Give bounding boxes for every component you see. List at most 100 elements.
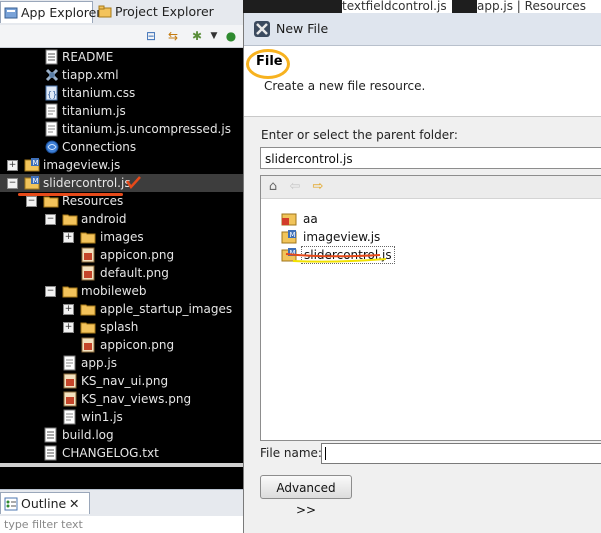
tree-item-slidercontrol[interactable]: − M slidercontrol.js — [0, 174, 243, 192]
text-file-icon — [44, 445, 57, 461]
new-item-icon[interactable]: ✱ — [189, 28, 205, 44]
tree-item-app-js[interactable]: app.js — [0, 354, 243, 372]
folder-item-label: aa — [303, 212, 318, 226]
tree-item-build-log[interactable]: build.log — [0, 426, 243, 444]
tree-item-label: Connections — [62, 140, 137, 154]
tree-item-label: apple_startup_images — [100, 302, 233, 316]
tree-item-android[interactable]: − android — [0, 210, 243, 228]
forward-arrow-icon[interactable]: ⇨ — [310, 179, 326, 195]
collapse-icon[interactable]: − — [26, 196, 37, 207]
explorer-toolbar: ⊟ ⇆ ✱ ▼ ● — [0, 25, 243, 48]
tree-item-tiapp[interactable]: tiapp.xml — [0, 66, 243, 84]
folder-icon — [80, 322, 96, 334]
collapse-icon[interactable]: − — [7, 178, 18, 189]
tree-item-appicon-mobileweb[interactable]: appicon.png — [0, 336, 243, 354]
mobile-project-icon: M — [281, 230, 297, 244]
expand-icon[interactable]: + — [63, 232, 74, 243]
tab-label: App Explorer — [21, 5, 102, 20]
dialog-title-bar: New File — [244, 13, 601, 46]
back-arrow-icon[interactable]: ⇦ — [287, 179, 303, 195]
folder-icon — [62, 214, 78, 226]
tree-item-label: win1.js — [81, 410, 123, 424]
tree-item-label: android — [81, 212, 127, 226]
tree-item-images[interactable]: + images — [0, 228, 243, 246]
tab-app-explorer[interactable]: App Explorer — [0, 1, 101, 23]
tree-item-imageview[interactable]: + M imageview.js — [0, 156, 243, 174]
tree-item-ks-nav-ui[interactable]: KS_nav_ui.png — [0, 372, 243, 390]
svg-text:M: M — [290, 231, 296, 239]
home-icon[interactable]: ⌂ — [265, 179, 281, 195]
run-icon[interactable]: ● — [223, 28, 239, 44]
tree-item-changelog[interactable]: CHANGELOG.txt — [0, 444, 243, 462]
parent-folder-input[interactable]: slidercontrol.js — [260, 147, 601, 169]
tab-label: Outline — [21, 496, 67, 511]
tree-item-titanium-js[interactable]: titanium.js — [0, 102, 243, 120]
tree-item-win1-js[interactable]: win1.js — [0, 408, 243, 426]
app-explorer-icon — [4, 7, 18, 19]
file-name-input[interactable] — [321, 443, 601, 464]
tree-item-readme[interactable]: README — [0, 48, 243, 66]
tree-item-appicon-android[interactable]: appicon.png — [0, 246, 243, 264]
svg-text:{}: {} — [47, 90, 57, 99]
mobile-project-icon: M — [24, 158, 40, 172]
view-menu-icon[interactable]: ▼ — [206, 28, 222, 44]
expand-icon[interactable]: + — [7, 160, 18, 171]
svg-text:M: M — [33, 159, 39, 167]
wizard-header: File Create a new file resource. — [244, 46, 601, 117]
connections-icon — [45, 140, 59, 154]
js-file-icon — [45, 103, 58, 119]
tree-item-apple-startup-images[interactable]: + apple_startup_images — [0, 300, 243, 318]
collapse-all-icon[interactable]: ⊟ — [143, 28, 159, 44]
project-tree: README tiapp.xml {} titanium.css titaniu… — [0, 48, 243, 464]
text-caret — [325, 447, 326, 460]
editor-tab-textfieldcontrol[interactable]: textfieldcontrol.js — [342, 0, 452, 13]
tree-item-titanium-uncompressed[interactable]: titanium.js.uncompressed.js — [0, 120, 243, 138]
tree-item-default-png[interactable]: default.png — [0, 264, 243, 282]
tree-item-label: mobileweb — [81, 284, 147, 298]
advanced-button[interactable]: Advanced >> — [260, 475, 352, 517]
text-file-icon — [45, 49, 58, 65]
tree-item-ks-nav-views[interactable]: KS_nav_views.png — [0, 390, 243, 408]
tree-item-label: README — [62, 50, 114, 64]
tab-outline[interactable]: Outline ✕ — [0, 492, 90, 514]
left-panel: App Explorer Project Explorer ⊟ ⇆ ✱ ▼ ● … — [0, 0, 243, 533]
titanium-app-icon — [254, 21, 270, 37]
tree-item-label: titanium.css — [62, 86, 136, 100]
expand-icon[interactable]: + — [63, 322, 74, 333]
annotation-circle — [246, 49, 290, 79]
new-file-dialog: New File File Create a new file resource… — [243, 13, 601, 533]
project-icon — [281, 213, 297, 226]
outline-filter-input[interactable]: type filter text — [0, 516, 243, 533]
tree-item-connections[interactable]: Connections — [0, 138, 243, 156]
collapse-icon[interactable]: − — [45, 286, 56, 297]
tree-item-splash[interactable]: + splash — [0, 318, 243, 336]
tree-item-label: splash — [100, 320, 139, 334]
folder-icon — [80, 304, 96, 316]
xml-file-icon — [45, 68, 59, 82]
tree-item-mobileweb[interactable]: − mobileweb — [0, 282, 243, 300]
annotation-check-mark — [126, 176, 141, 190]
tree-item-label: imageview.js — [43, 158, 121, 172]
tree-item-label: app.js — [81, 356, 117, 370]
tree-item-label: CHANGELOG.txt — [62, 446, 159, 460]
close-icon[interactable]: ✕ — [69, 493, 79, 515]
annotation-underline — [285, 253, 387, 263]
tree-item-label: appicon.png — [100, 248, 175, 262]
expand-icon[interactable]: + — [63, 304, 74, 315]
folder-icon — [80, 232, 96, 244]
css-file-icon: {} — [45, 85, 58, 101]
editor-tab-app-js[interactable]: app.js | Resources — [477, 0, 601, 13]
tab-project-explorer[interactable]: Project Explorer — [95, 1, 243, 23]
link-editor-icon[interactable]: ⇆ — [165, 28, 181, 44]
tree-item-titanium-css[interactable]: {} titanium.css — [0, 84, 243, 102]
outline-icon — [4, 497, 18, 511]
js-file-icon — [63, 409, 76, 425]
file-name-label: File name: — [260, 446, 322, 460]
mobile-project-icon: M — [24, 176, 40, 190]
horizontal-scrollbar[interactable] — [0, 463, 243, 467]
collapse-icon[interactable]: − — [45, 214, 56, 225]
tree-item-label: images — [100, 230, 144, 244]
tree-item-label: default.png — [100, 266, 169, 280]
js-file-icon — [63, 355, 76, 371]
tree-item-label: tiapp.xml — [62, 68, 119, 82]
